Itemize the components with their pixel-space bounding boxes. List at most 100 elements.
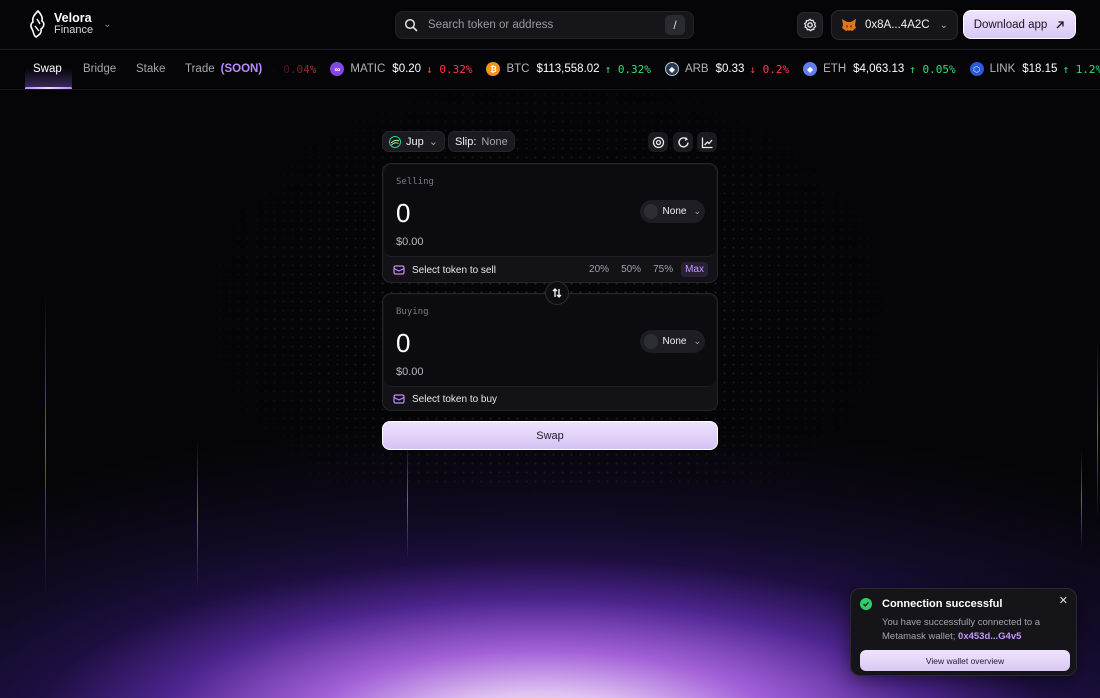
chevron-down-icon: ⌄ [103,18,112,30]
tab-bridge[interactable]: Bridge [83,50,116,88]
flip-direction-button[interactable] [545,281,569,305]
swap-button-label: Swap [536,429,564,442]
tab-swap-label: Swap [33,63,62,75]
chevron-down-icon: ⌄ [693,336,701,346]
search-icon [404,18,418,32]
selling-token-name: None [662,206,687,217]
ticker-item[interactable]: ∞ MATIC $0.20 ↓ 0.32% [330,62,472,76]
tab-swap[interactable]: Swap [25,50,72,89]
select-token-to-buy[interactable]: Select token to buy [393,393,497,405]
target-icon [652,136,664,148]
buying-token-selector[interactable]: None ⌄ [640,330,705,353]
selling-input-area: Selling 0 $0.00 None ⌄ [384,165,716,257]
tab-trade-label: Trade [185,63,215,75]
percent-20-button[interactable]: 20% [585,262,613,277]
ticker-item[interactable]: ₿ BTC $113,558.02 ↑ 0.32% [486,62,651,76]
brand-menu[interactable]: Velora Finance ⌄ [28,9,112,39]
search-bar[interactable]: / [395,11,694,39]
selling-token-selector[interactable]: None ⌄ [640,200,705,223]
chart-icon [701,137,712,148]
brand-name: Velora Finance [54,11,94,36]
close-icon[interactable]: ✕ [1059,594,1068,607]
decor-line [407,440,408,560]
ticker-change: ↓ 0.04% [270,62,317,76]
provider-selector[interactable]: Jup ⌄ [382,131,445,152]
swap-arrows-icon [552,288,562,298]
buying-label: Buying [396,307,429,317]
view-wallet-overview-label: View wallet overview [925,655,1005,666]
buying-usd-value: $0.00 [396,366,424,378]
jupiter-logo-icon [389,135,401,148]
arb-coin-icon: ◆ [664,62,679,76]
chart-button[interactable] [697,132,717,152]
selling-panel: Selling 0 $0.00 None ⌄ Select token to s… [382,163,718,283]
ticker-item[interactable]: ⬡ LINK $18.15 ↑ 1.2% [969,62,1100,76]
matic-coin-icon: ∞ [330,62,345,76]
slippage-value: None [481,135,508,148]
select-token-to-sell-label: Select token to sell [412,264,496,276]
ticker-item[interactable]: ◆ ARB $0.33 ↓ 0.2% [664,62,790,76]
refresh-button[interactable] [673,132,693,152]
toast-title: Connection successful [882,598,1003,610]
check-circle-icon [860,598,872,610]
target-button[interactable] [648,132,668,152]
price-ticker: ↓ 0.04% ∞ MATIC $0.20 ↓ 0.32% ₿ BTC $113… [270,50,1100,88]
select-token-to-sell[interactable]: Select token to sell [393,264,496,276]
chevron-down-icon: ⌄ [939,19,948,31]
selling-usd-value: $0.00 [396,236,424,248]
tab-trade[interactable]: Trade (SOON) [185,50,262,88]
wallet-icon [393,265,405,275]
buying-input-area: Buying 0 $0.00 None ⌄ [384,295,716,387]
view-wallet-overview-button[interactable]: View wallet overview [860,650,1070,671]
link-coin-icon: ⬡ [969,62,984,76]
buying-token-name: None [662,336,687,347]
settings-button[interactable] [797,12,823,38]
buying-amount-input[interactable]: 0 [396,328,410,359]
swap-button[interactable]: Swap [382,421,718,450]
brand-subtitle: Finance [54,24,94,36]
selling-label: Selling [396,177,434,187]
ticker-change: ↑ 0.05% [909,62,956,76]
download-app-button[interactable]: Download app [963,10,1076,39]
nav-bar: Swap Bridge Stake Trade (SOON) ↓ 0.04% ∞… [0,50,1100,90]
chevron-down-icon: ⌄ [693,206,701,216]
wallet-icon [393,394,405,404]
ticker-symbol: ETH [823,63,847,75]
ticker-price: $4,063.13 [853,63,905,75]
tab-stake[interactable]: Stake [136,50,165,88]
ticker-price: $0.20 [392,63,422,75]
search-input[interactable] [428,19,665,31]
connection-toast: Connection successful ✕ You have success… [850,588,1077,676]
slippage-label: Slip: [455,135,477,148]
ticker-item: ↓ 0.04% [270,63,316,76]
ticker-change: ↓ 0.2% [749,62,790,76]
velora-logo-icon [30,9,45,38]
ticker-symbol: LINK [989,63,1016,75]
search-shortcut-key: / [665,15,685,35]
download-app-label: Download app [973,18,1048,31]
buying-panel: Buying 0 $0.00 None ⌄ Select token to bu… [382,293,718,411]
select-token-to-buy-label: Select token to buy [412,393,498,405]
decor-line [197,440,198,590]
top-bar: Velora Finance ⌄ / 0x8A...4A2C ⌄ Downloa… [0,0,1100,50]
ticker-price: $0.33 [715,63,745,75]
ticker-price: $18.15 [1022,63,1058,75]
selling-amount-input[interactable]: 0 [396,198,410,229]
provider-name: Jup [406,135,424,148]
percent-buttons: 20% 50% 75% Max [585,262,708,277]
gear-icon [804,18,817,32]
metamask-fox-icon [842,19,856,31]
ticker-price: $113,558.02 [536,63,600,75]
percent-75-button[interactable]: 75% [649,262,677,277]
decor-line [45,295,46,595]
slippage-button[interactable]: Slip: None [448,131,515,152]
decor-line [1097,340,1098,520]
max-button[interactable]: Max [681,262,708,277]
ticker-item[interactable]: ◆ ETH $4,063.13 ↑ 0.05% [803,62,956,76]
arrow-up-right-icon [1056,20,1064,28]
refresh-icon [677,136,689,148]
percent-50-button[interactable]: 50% [617,262,645,277]
soon-badge: (SOON) [220,63,263,75]
token-placeholder-icon [644,334,658,349]
wallet-button[interactable]: 0x8A...4A2C ⌄ [831,10,958,40]
